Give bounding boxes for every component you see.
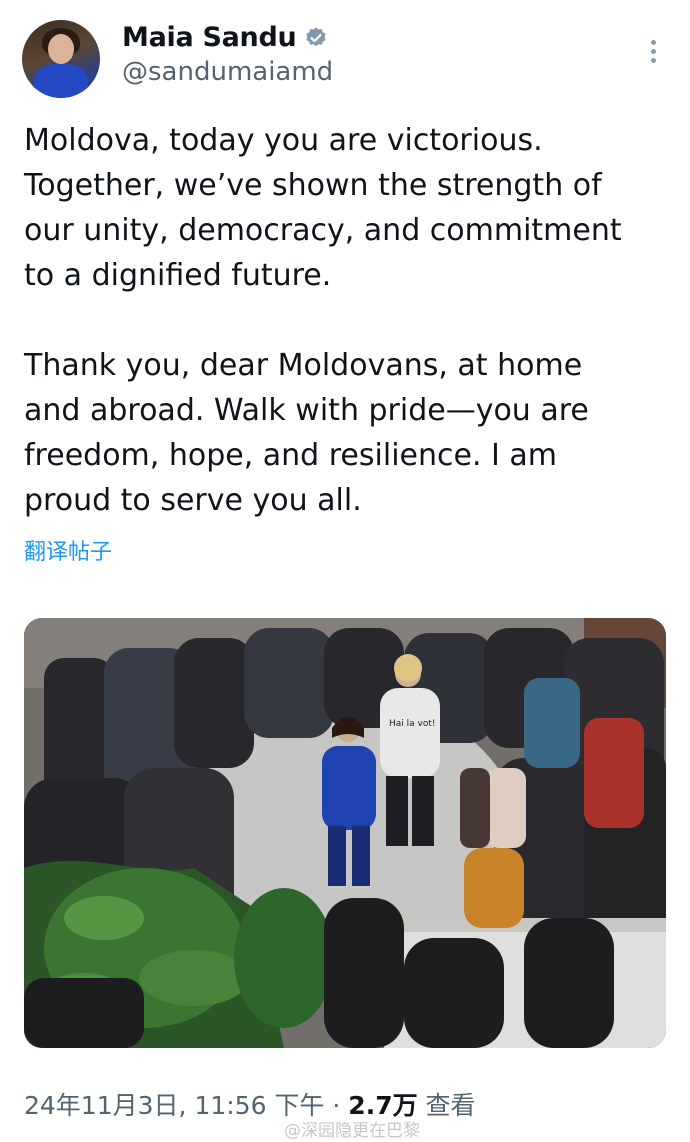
verified-badge-icon — [304, 26, 328, 50]
more-vertical-icon[interactable] — [648, 40, 658, 66]
tweet-paragraph-2: Thank you, dear Moldovans, at home and a… — [24, 348, 589, 518]
display-name[interactable]: Maia Sandu — [122, 22, 297, 53]
tweet-photo[interactable]: Hai la vot! — [24, 618, 666, 1048]
tweet-text: Moldova, today you are victorious. Toget… — [24, 118, 664, 523]
tweet-paragraph-1: Moldova, today you are victorious. Toget… — [24, 123, 622, 293]
author-handle[interactable]: @sandumaiamd — [122, 57, 333, 87]
avatar[interactable] — [22, 20, 100, 98]
watermark: @深园隐更在巴黎 — [284, 1121, 420, 1141]
translate-post-link[interactable]: 翻译帖子 — [24, 534, 112, 566]
tweet-date[interactable]: 24年11月3日 — [24, 1091, 179, 1120]
tweet-header: Maia Sandu @sandumaiamd — [22, 20, 670, 100]
views-label: 查看 — [425, 1091, 476, 1120]
author-info: Maia Sandu @sandumaiamd — [122, 22, 333, 87]
